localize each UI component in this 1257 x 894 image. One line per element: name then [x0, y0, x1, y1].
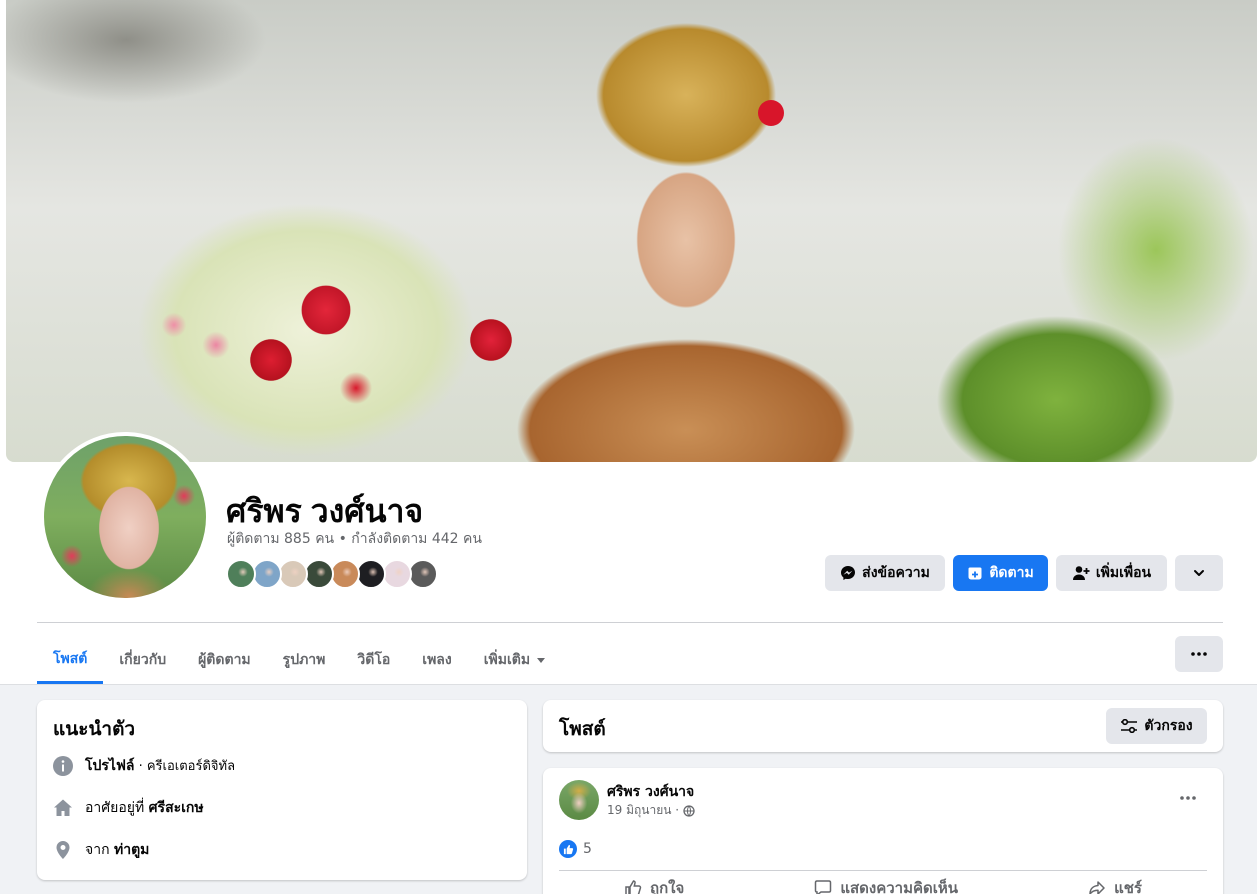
post-options-button[interactable]	[1173, 786, 1203, 810]
filter-button[interactable]: ตัวกรอง	[1106, 708, 1207, 744]
comment-icon	[815, 880, 832, 894]
home-icon	[54, 799, 72, 816]
tab-photos[interactable]: รูปภาพ	[267, 636, 342, 684]
follow-button-label: ติดตาม	[989, 565, 1034, 581]
profile-options-button[interactable]	[1175, 555, 1223, 591]
profile-page: ศริพร วงศ์นาจ ผู้ติดตาม 885 คน • กำลังติ…	[0, 0, 1257, 894]
profile-tabs: โพสต์ เกี่ยวกับ ผู้ติดตาม รูปภาพ วิดีโอ …	[37, 636, 562, 684]
intro-title: แนะนำตัว	[53, 719, 136, 740]
comment-button-label: แสดงความคิดเห็น	[840, 879, 959, 894]
post-meta: 19 มิถุนายน ·	[607, 801, 695, 820]
cover-photo[interactable]	[6, 0, 1257, 462]
like-button-label: ถูกใจ	[650, 879, 685, 894]
post-date[interactable]: 19 มิถุนายน ·	[607, 801, 679, 820]
posts-header-card: โพสต์ ตัวกรอง	[543, 700, 1223, 752]
thumbs-up-icon	[625, 880, 642, 894]
friend-avatars[interactable]	[226, 559, 438, 589]
cover-flower-detail	[758, 100, 784, 126]
more-horizontal-icon	[1180, 796, 1196, 800]
tab-followers[interactable]: ผู้ติดตาม	[182, 636, 267, 684]
friend-avatar[interactable]	[382, 559, 412, 589]
friend-avatar[interactable]	[330, 559, 360, 589]
friend-avatar[interactable]	[252, 559, 282, 589]
share-button-label: แชร์	[1114, 879, 1142, 894]
tab-label: วิดีโอ	[357, 652, 391, 668]
tab-label: รูปภาพ	[282, 652, 326, 668]
intro-from-prefix: จาก	[85, 842, 114, 858]
posts-title: โพสต์	[559, 719, 606, 740]
message-button-label: ส่งข้อความ	[862, 565, 930, 581]
header-divider	[37, 622, 1223, 623]
tab-label: เพิ่มเติม	[483, 652, 531, 668]
info-icon	[53, 756, 73, 776]
intro-lives-value[interactable]: ศรีสะเกษ	[149, 800, 204, 816]
follow-button[interactable]: ติดตาม	[953, 555, 1048, 591]
add-friend-button[interactable]: เพิ่มเพื่อน	[1056, 555, 1167, 591]
post-actions-divider	[559, 870, 1207, 871]
add-friend-button-label: เพิ่มเพื่อน	[1095, 565, 1152, 581]
globe-icon	[683, 804, 695, 817]
tab-label: เกี่ยวกับ	[119, 652, 167, 668]
comment-button[interactable]: แสดงความคิดเห็น	[814, 876, 958, 894]
tab-label: เพลง	[422, 652, 452, 668]
intro-lives-row: อาศัยอยู่ที่ ศรีสะเกษ	[53, 797, 204, 819]
tab-more[interactable]: เพิ่มเติม	[468, 636, 562, 684]
filter-button-label: ตัวกรอง	[1144, 718, 1193, 734]
profile-avatar[interactable]	[40, 432, 210, 602]
friend-avatar[interactable]	[226, 559, 256, 589]
tabs-overflow-button[interactable]	[1175, 636, 1223, 672]
filter-sliders-icon	[1121, 719, 1138, 733]
intro-profile-row: โปรไฟล์ · ครีเอเตอร์ดิจิทัล	[53, 755, 235, 777]
follow-plus-icon	[968, 567, 982, 580]
post-author-avatar[interactable]	[559, 780, 599, 820]
post-card: ศริพร วงศ์นาจ 19 มิถุนายน · 5 ถูกใจ แสดง…	[543, 768, 1223, 894]
like-button[interactable]: ถูกใจ	[624, 876, 684, 894]
share-icon	[1089, 881, 1105, 894]
intro-profile-value: · ครีเอเตอร์ดิจิทัล	[134, 759, 236, 774]
friend-avatar[interactable]	[408, 559, 438, 589]
more-horizontal-icon	[1191, 652, 1207, 656]
friend-avatar[interactable]	[304, 559, 334, 589]
intro-from-row: จาก ท่าตูม	[53, 839, 149, 861]
follower-counts[interactable]: ผู้ติดตาม 885 คน • กำลังติดตาม 442 คน	[227, 528, 482, 550]
tab-music[interactable]: เพลง	[406, 636, 467, 684]
like-reaction-icon	[559, 840, 577, 858]
tab-label: ผู้ติดตาม	[198, 652, 251, 668]
post-author-name[interactable]: ศริพร วงศ์นาจ	[607, 781, 694, 803]
post-reactions[interactable]: 5	[559, 840, 592, 858]
add-friend-icon	[1072, 566, 1090, 580]
intro-lives-prefix: อาศัยอยู่ที่	[85, 800, 149, 816]
messenger-icon	[841, 566, 856, 580]
message-button[interactable]: ส่งข้อความ	[825, 555, 945, 591]
tab-posts[interactable]: โพสต์	[37, 636, 104, 684]
intro-from-value[interactable]: ท่าตูม	[114, 842, 149, 858]
tab-videos[interactable]: วิดีโอ	[341, 636, 406, 684]
intro-card: แนะนำตัว โปรไฟล์ · ครีเอเตอร์ดิจิทัล อาศ…	[37, 700, 527, 880]
caret-down-icon	[537, 658, 546, 663]
intro-profile-label: โปรไฟล์	[85, 758, 135, 774]
location-pin-icon	[56, 841, 70, 859]
friend-avatar[interactable]	[356, 559, 386, 589]
post-actions: ถูกใจ แสดงความคิดเห็น แชร์	[559, 876, 1207, 894]
tab-about[interactable]: เกี่ยวกับ	[103, 636, 182, 684]
friend-avatar[interactable]	[278, 559, 308, 589]
share-button[interactable]: แชร์	[1088, 876, 1142, 894]
tab-label: โพสต์	[53, 650, 88, 667]
chevron-down-icon	[1194, 570, 1204, 576]
post-like-count: 5	[583, 841, 592, 857]
